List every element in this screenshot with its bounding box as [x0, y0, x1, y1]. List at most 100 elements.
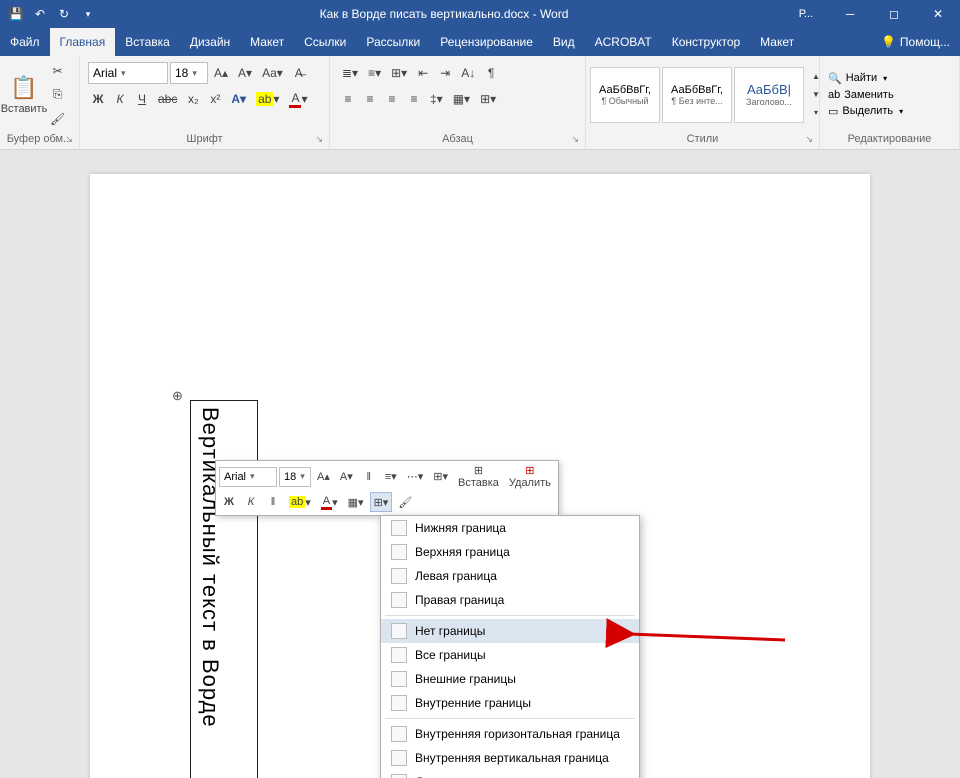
mini-font-combo[interactable]: Arial▾	[219, 467, 277, 487]
mini-more[interactable]: ⋯▾	[403, 467, 428, 487]
border-diag-down-item[interactable]: Диагональная граница сверху вниз	[381, 770, 639, 778]
show-marks-button[interactable]: ¶	[481, 62, 501, 84]
grow-font-button[interactable]: A▴	[210, 62, 232, 84]
border-none-item[interactable]: Нет границы	[381, 619, 639, 643]
align-right-button[interactable]: ≡	[382, 88, 402, 110]
border-inside-item[interactable]: Внутренние границы	[381, 691, 639, 715]
italic-button[interactable]: К	[110, 88, 130, 110]
font-size-combo[interactable]: 18▾	[170, 62, 208, 84]
clear-formatting-button[interactable]: A̶	[289, 62, 309, 84]
justify-button[interactable]: ≡	[404, 88, 424, 110]
font-color-button[interactable]: A▾	[285, 88, 311, 110]
tab-constructor[interactable]: Конструктор	[662, 28, 750, 56]
mini-format-painter[interactable]: 🖌	[394, 492, 416, 512]
find-button[interactable]: 🔍Найти▾	[824, 71, 907, 86]
close-icon[interactable]: ✕	[916, 0, 960, 28]
sort-button[interactable]: A↓	[457, 62, 479, 84]
mini-vert[interactable]: ‖	[263, 492, 283, 512]
multilevel-button[interactable]: ⊞▾	[387, 62, 411, 84]
bold-button[interactable]: Ж	[88, 88, 108, 110]
tab-home[interactable]: Главная	[50, 28, 116, 56]
borders-button[interactable]: ⊞▾	[476, 88, 500, 110]
mini-italic[interactable]: К	[241, 492, 261, 512]
redo-icon[interactable]: ↻	[54, 4, 74, 24]
mini-grow-font[interactable]: A▴	[313, 467, 334, 487]
underline-button[interactable]: Ч	[132, 88, 152, 110]
vertical-text[interactable]: Вертикальный текст в Ворде	[191, 401, 229, 734]
save-icon[interactable]: 💾	[6, 4, 26, 24]
border-right-item[interactable]: Правая граница	[381, 588, 639, 612]
border-outside-item[interactable]: Внешние границы	[381, 667, 639, 691]
shrink-font-button[interactable]: A▾	[234, 62, 256, 84]
style-heading1[interactable]: АаБбВ|Заголово...	[734, 67, 804, 123]
border-left-item[interactable]: Левая граница	[381, 564, 639, 588]
mini-borders-button[interactable]: ⊞▾	[370, 492, 393, 512]
border-outside-icon	[391, 671, 407, 687]
tab-references[interactable]: Ссылки	[294, 28, 356, 56]
mini-size-combo[interactable]: 18▾	[279, 467, 311, 487]
tab-layout[interactable]: Макет	[240, 28, 294, 56]
mini-bold[interactable]: Ж	[219, 492, 239, 512]
copy-button[interactable]: ⎘	[46, 84, 69, 106]
maximize-icon[interactable]: ◻	[872, 0, 916, 28]
dialog-launcher-icon[interactable]: ↘	[315, 134, 323, 145]
mini-highlight[interactable]: ab▾	[285, 492, 315, 512]
group-font: Arial▾ 18▾ A▴ A▾ Aa▾ A̶ Ж К Ч abc x₂ x² …	[80, 56, 330, 149]
tab-view[interactable]: Вид	[543, 28, 585, 56]
superscript-button[interactable]: x²	[205, 88, 225, 110]
strike-button[interactable]: abc	[154, 88, 181, 110]
dialog-launcher-icon[interactable]: ↘	[571, 134, 579, 145]
dialog-launcher-icon[interactable]: ↘	[65, 134, 73, 145]
tab-insert[interactable]: Вставка	[115, 28, 180, 56]
font-name-combo[interactable]: Arial▾	[88, 62, 168, 84]
style-normal[interactable]: АаБбВвГг,¶ Обычный	[590, 67, 660, 123]
tab-file[interactable]: Файл	[0, 28, 50, 56]
tab-review[interactable]: Рецензирование	[430, 28, 543, 56]
line-spacing-button[interactable]: ‡▾	[426, 88, 447, 110]
styles-gallery[interactable]: АаБбВвГг,¶ Обычный АаБбВвГг,¶ Без инте..…	[590, 63, 826, 127]
numbering-button[interactable]: ≡▾	[364, 62, 385, 84]
minimize-icon[interactable]: ─	[828, 0, 872, 28]
document-area[interactable]: ⊕ Вертикальный текст в Ворде Arial▾ 18▾ …	[0, 150, 960, 778]
format-painter-button[interactable]: 🖌	[46, 108, 69, 130]
tab-design[interactable]: Дизайн	[180, 28, 240, 56]
text-effects-button[interactable]: A▾	[227, 88, 250, 110]
border-bottom-item[interactable]: Нижняя граница	[381, 516, 639, 540]
highlight-button[interactable]: ab▾	[252, 88, 283, 110]
mini-shrink-font[interactable]: A▾	[336, 467, 357, 487]
subscript-button[interactable]: x₂	[183, 88, 203, 110]
tab-layout2[interactable]: Макет	[750, 28, 804, 56]
mini-insert-button[interactable]: ⊞Вставка	[454, 464, 503, 489]
decrease-indent-button[interactable]: ⇤	[413, 62, 433, 84]
mini-table-icon[interactable]: ⊞▾	[429, 467, 452, 487]
mini-shading[interactable]: ▦▾	[344, 492, 368, 512]
mini-align[interactable]: ≡▾	[381, 467, 401, 487]
bullets-button[interactable]: ≣▾	[338, 62, 362, 84]
change-case-button[interactable]: Aa▾	[258, 62, 287, 84]
mini-font-color[interactable]: A▾	[317, 492, 342, 512]
tab-mailings[interactable]: Рассылки	[356, 28, 430, 56]
undo-icon[interactable]: ↶	[30, 4, 50, 24]
tab-acrobat[interactable]: ACROBAT	[585, 28, 662, 56]
border-all-item[interactable]: Все границы	[381, 643, 639, 667]
border-inside-h-item[interactable]: Внутренняя горизонтальная граница	[381, 722, 639, 746]
ribbon: 📋 Вставить ✂ ⎘ 🖌 Буфер обм...↘ Arial▾ 18…	[0, 56, 960, 150]
vertical-textbox[interactable]: Вертикальный текст в Ворде	[190, 400, 258, 778]
dialog-launcher-icon[interactable]: ↘	[805, 134, 813, 145]
mini-vertical-text[interactable]: ‖	[359, 467, 379, 487]
increase-indent-button[interactable]: ⇥	[435, 62, 455, 84]
ribbon-options-icon[interactable]: Р...	[784, 0, 828, 28]
replace-button[interactable]: abЗаменить	[824, 88, 907, 102]
align-left-button[interactable]: ≡	[338, 88, 358, 110]
shading-button[interactable]: ▦▾	[449, 88, 474, 110]
mini-delete-button[interactable]: ⊞Удалить	[505, 464, 555, 489]
select-button[interactable]: ▭Выделить▾	[824, 104, 907, 119]
paste-button[interactable]: 📋 Вставить	[4, 62, 44, 128]
border-top-item[interactable]: Верхняя граница	[381, 540, 639, 564]
cut-button[interactable]: ✂	[46, 60, 69, 82]
align-center-button[interactable]: ≡	[360, 88, 380, 110]
qat-more-icon[interactable]: ▾	[78, 4, 98, 24]
tell-me[interactable]: 💡Помощ...	[871, 28, 960, 56]
border-inside-v-item[interactable]: Внутренняя вертикальная граница	[381, 746, 639, 770]
style-no-spacing[interactable]: АаБбВвГг,¶ Без инте...	[662, 67, 732, 123]
